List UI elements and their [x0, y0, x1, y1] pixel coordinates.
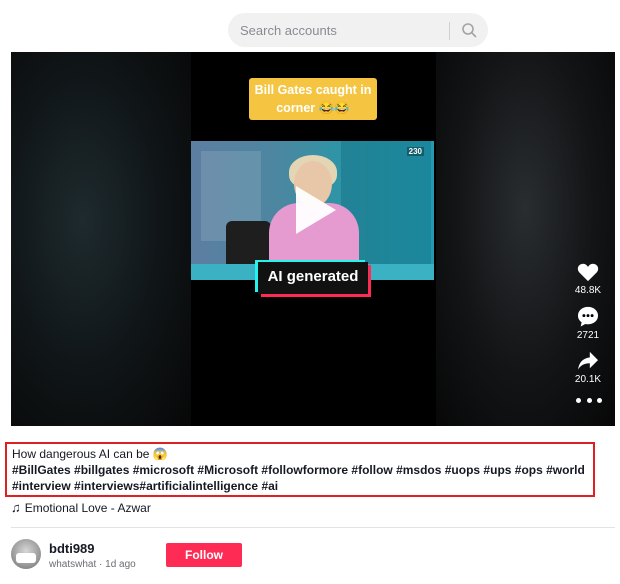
avatar[interactable] [11, 539, 41, 569]
ai-generated-badge: AI generated [258, 262, 368, 294]
video-blur-background-left [11, 52, 191, 426]
comment-icon [577, 306, 599, 327]
share-button[interactable]: 20.1K [566, 351, 610, 385]
follow-button[interactable]: Follow [166, 543, 242, 567]
description-hashtags[interactable]: #BillGates #billgates #microsoft #Micros… [12, 462, 587, 494]
music-link[interactable]: ♫ Emotional Love - Azwar [11, 500, 151, 515]
author-meta: whatswhat · 1d ago [49, 559, 136, 570]
play-icon[interactable] [296, 186, 336, 234]
comment-button[interactable]: 2721 [566, 306, 610, 341]
heart-icon [577, 263, 599, 282]
avatar-image [16, 553, 36, 563]
music-title: Emotional Love - Azwar [24, 500, 151, 515]
share-icon [578, 351, 598, 370]
video-caption-sticker: Bill Gates caught in corner 😂😂 [249, 78, 377, 120]
comment-count: 2721 [576, 330, 600, 341]
more-dot [576, 398, 581, 403]
search-input[interactable] [228, 13, 438, 47]
channel-logo: 230 [406, 147, 424, 156]
author-username[interactable]: bdti989 [49, 541, 95, 556]
more-options-icon[interactable] [576, 398, 602, 406]
music-note-icon: ♫ [11, 500, 21, 515]
divider [11, 527, 615, 528]
search-button[interactable] [450, 13, 488, 47]
more-dot [586, 398, 592, 403]
search-bar [228, 13, 488, 47]
like-button[interactable]: 48.8K [566, 262, 610, 296]
video-description: How dangerous AI can be 😱 #BillGates #bi… [5, 442, 595, 497]
more-dot [597, 398, 602, 403]
search-icon [462, 23, 477, 38]
description-text: How dangerous AI can be 😱 [12, 447, 168, 461]
like-count: 48.8K [574, 285, 602, 296]
action-rail: 48.8K 2721 20.1K [566, 262, 610, 395]
share-count: 20.1K [574, 374, 602, 385]
